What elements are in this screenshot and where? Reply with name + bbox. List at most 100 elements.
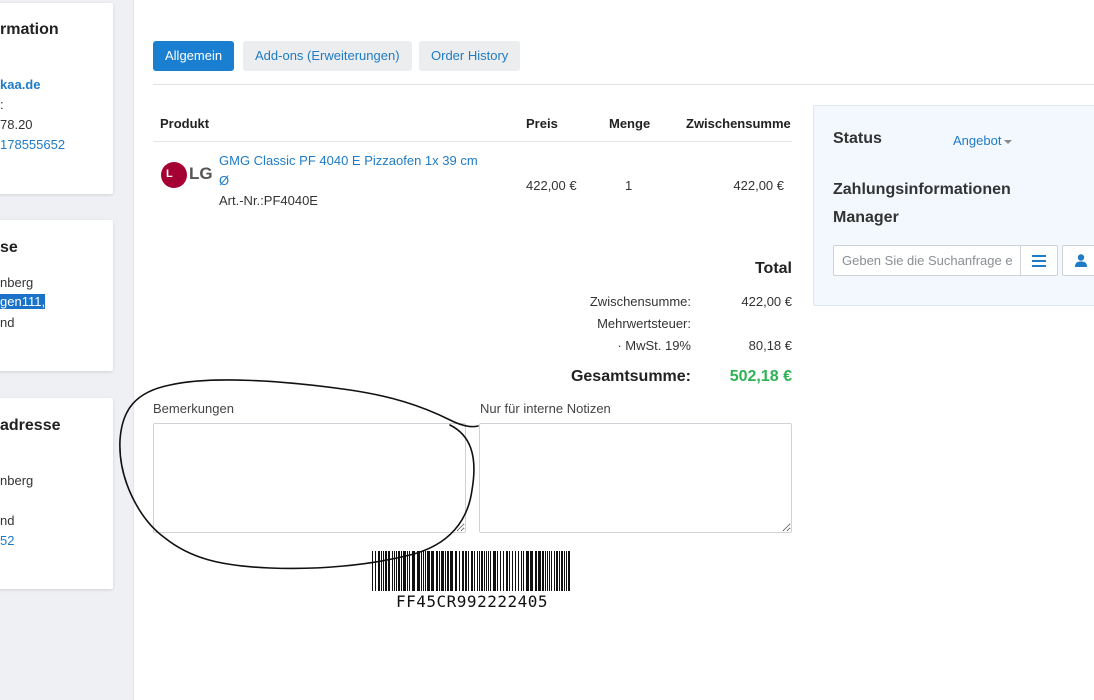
barcode-bar	[398, 551, 400, 591]
lg-logo-letters: L	[166, 168, 173, 180]
barcode-bar	[484, 551, 485, 591]
barcode-bar	[445, 551, 446, 591]
info-value: 78.20	[0, 117, 33, 132]
barcode-bar	[412, 551, 415, 591]
barcode-bar	[450, 551, 453, 591]
subtotal-value: 422,00 €	[741, 294, 792, 309]
product-name-link-line2[interactable]: Ø	[219, 173, 229, 188]
barcode-bar	[566, 551, 567, 591]
barcode-bar	[486, 551, 487, 591]
tab-general[interactable]: Allgemein	[153, 41, 235, 71]
barcode-bar	[459, 551, 460, 591]
internal-notes-label: Nur für interne Notizen	[480, 401, 611, 416]
barcode-bar	[403, 551, 406, 591]
phone-link[interactable]: 178555652	[0, 137, 65, 152]
grand-total-label: Gesamtsumme:	[570, 368, 691, 385]
barcode-bar	[447, 551, 449, 591]
product-quantity: 1	[625, 178, 633, 193]
col-product: Produkt	[160, 116, 210, 131]
vat-rate-value: 80,18 €	[748, 338, 792, 353]
table-divider	[153, 141, 792, 142]
list-icon	[1032, 254, 1046, 267]
barcode-bar	[471, 551, 473, 591]
manager-search-input[interactable]	[833, 245, 1021, 276]
barcode-bar	[497, 551, 498, 591]
vat-label: Mehrwertsteuer:	[597, 316, 691, 331]
remarks-label: Bemerkungen	[153, 401, 234, 416]
barcode-bar	[512, 551, 513, 591]
grand-total-value: 502,18 €	[729, 368, 792, 385]
barcode-bar	[554, 551, 555, 591]
barcode-bar	[468, 551, 469, 591]
barcode-bar	[488, 551, 489, 591]
col-subtotal: Zwischensumme	[686, 116, 791, 131]
email-link[interactable]: kaa.de	[0, 77, 40, 92]
product-name-link[interactable]: GMG Classic PF 4040 E Pizzaofen 1x 39 cm	[219, 153, 478, 168]
tab-divider	[153, 84, 1094, 85]
internal-notes-textarea[interactable]	[479, 423, 792, 533]
barcode-bar	[455, 551, 457, 591]
totals-title: Total	[754, 260, 792, 277]
barcode-bar	[392, 551, 393, 591]
barcode-bar	[530, 551, 533, 591]
tab-addons[interactable]: Add-ons (Erweiterungen)	[243, 41, 412, 71]
barcode-bar	[388, 551, 390, 591]
barcode-bar	[394, 551, 395, 591]
barcode-text: FF45CR992222405	[396, 592, 548, 611]
barcode-bar	[479, 551, 480, 591]
manager-heading: Manager	[833, 209, 899, 226]
barcode-bar	[425, 551, 426, 591]
address-city: nberg	[0, 473, 34, 488]
barcode-bar	[506, 551, 508, 591]
card-title: rmation	[0, 21, 59, 38]
barcode-bar	[477, 551, 478, 591]
barcode-bar	[551, 551, 552, 591]
product-sku: Art.-Nr.:PF4040E	[219, 193, 318, 208]
barcode-bar	[521, 551, 522, 591]
status-value: Angebot	[953, 133, 1002, 148]
barcode-bar	[564, 551, 565, 591]
address-street: gen111,	[0, 294, 46, 309]
barcode-bar	[481, 551, 483, 591]
status-dropdown[interactable]: Angebot	[953, 133, 1013, 148]
user-button[interactable]	[1062, 245, 1094, 276]
barcode-bar	[526, 551, 529, 591]
barcode-bar	[474, 551, 475, 591]
address-country: nd	[0, 315, 15, 330]
barcode-bar	[407, 551, 408, 591]
barcode-bar	[559, 551, 560, 591]
barcode-bar	[417, 551, 420, 591]
barcode-bar	[436, 551, 438, 591]
barcode-bar	[401, 551, 402, 591]
list-button[interactable]	[1020, 245, 1058, 276]
product-subtotal: 422,00 €	[733, 178, 784, 193]
col-quantity: Menge	[609, 116, 651, 131]
lg-logo: L LG	[161, 162, 213, 188]
barcode-bar	[427, 551, 430, 591]
barcode-bar	[409, 551, 410, 591]
order-barcode	[372, 551, 570, 591]
barcode-bar	[538, 551, 541, 591]
barcode-bar	[509, 551, 510, 591]
barcode-bar	[375, 551, 376, 591]
barcode-bar	[503, 551, 504, 591]
barcode-bar	[381, 551, 382, 591]
barcode-bar	[439, 551, 440, 591]
vat-rate-label: · MwSt. 19%	[617, 338, 691, 353]
barcode-bar	[383, 551, 384, 591]
tab-order-history[interactable]: Order History	[419, 41, 521, 71]
barcode-bar	[523, 551, 524, 591]
barcode-bar	[462, 551, 464, 591]
col-price: Preis	[526, 116, 558, 131]
address-country: nd	[0, 513, 15, 528]
remarks-textarea[interactable]	[153, 423, 466, 533]
shipping-address-card: adresse nberg nd 52	[0, 398, 113, 589]
barcode-bar	[545, 551, 546, 591]
lg-logo-circle	[161, 162, 187, 188]
barcode-bar	[441, 551, 444, 591]
billing-address-card: se nberg gen111, nd	[0, 220, 113, 371]
info-label: :	[0, 97, 4, 112]
barcode-bar	[542, 551, 544, 591]
barcode-bar	[515, 551, 516, 591]
phone-link[interactable]: 52	[0, 533, 14, 548]
